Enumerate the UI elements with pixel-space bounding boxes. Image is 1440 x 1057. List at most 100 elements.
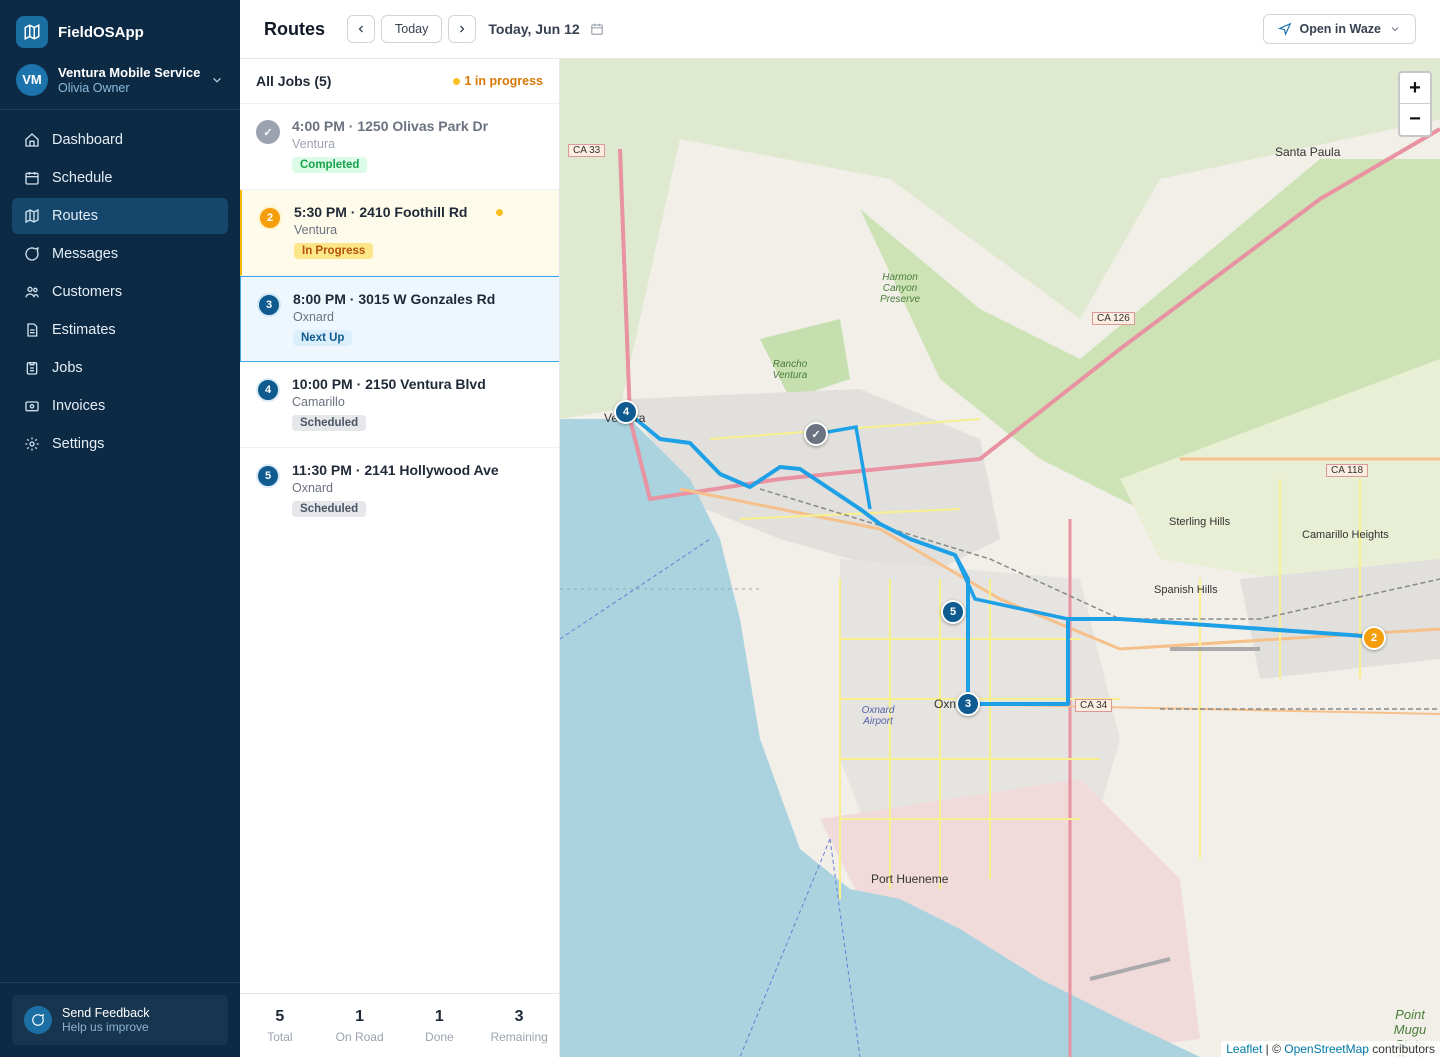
- route-map[interactable]: Santa Paula Sterling Hills Camarillo Hei…: [560, 59, 1440, 1057]
- place-label: Sterling Hills: [1169, 516, 1231, 528]
- job-stats: 5 Total 1 On Road 1 Done 3 Remaining: [240, 993, 559, 1057]
- job-title: 4:00 PM · 1250 Olivas Park Dr: [292, 118, 489, 134]
- status-badge: In Progress: [294, 243, 374, 259]
- stat-value: 5: [275, 1008, 285, 1025]
- job-item-completed[interactable]: ✓ 4:00 PM · 1250 Olivas Park Dr Ventura …: [240, 104, 559, 190]
- job-title: 11:30 PM · 2141 Hollywood Ave: [292, 462, 499, 478]
- job-number: 4: [256, 378, 280, 402]
- job-title: 5:30 PM · 2410 Foothill Rd: [294, 204, 468, 220]
- job-city: Ventura: [292, 137, 336, 151]
- map-pin-3[interactable]: 3: [956, 692, 980, 716]
- next-day-button[interactable]: [448, 15, 477, 43]
- job-item-scheduled[interactable]: 5 11:30 PM · 2141 Hollywood Ave Oxnard S…: [240, 448, 559, 534]
- stat-label: On Road: [335, 1030, 384, 1044]
- park-label: Oxnard Airport: [861, 705, 895, 727]
- page-title: Routes: [264, 18, 326, 39]
- clipboard-icon: [24, 360, 40, 376]
- nav-label: Settings: [52, 436, 105, 452]
- nav-item-settings[interactable]: Settings: [12, 426, 228, 462]
- zoom-in-button[interactable]: +: [1400, 73, 1430, 104]
- org-name: Ventura Mobile Service: [58, 64, 201, 80]
- nav-item-jobs[interactable]: Jobs: [12, 350, 228, 386]
- calendar-icon[interactable]: [590, 22, 604, 36]
- map-pin-completed[interactable]: ✓: [804, 422, 828, 446]
- park-label: Rancho Ventura: [772, 359, 808, 381]
- attribution-tail: contributors: [1368, 1042, 1435, 1056]
- highway-shield: CA 118: [1326, 464, 1369, 477]
- jobs-title: All Jobs (5): [256, 73, 332, 89]
- nav-label: Messages: [52, 246, 119, 262]
- status-badge: Completed: [292, 157, 368, 173]
- jobs-header: All Jobs (5) 1 in progress: [240, 59, 559, 104]
- gear-icon: [24, 436, 40, 452]
- status-badge: Scheduled: [292, 415, 367, 431]
- brand[interactable]: FieldOSApp: [0, 0, 240, 48]
- send-feedback-button[interactable]: Send Feedback Help us improve: [12, 995, 228, 1045]
- check-icon: ✓: [256, 120, 280, 144]
- map-pin-2[interactable]: 2: [1362, 626, 1386, 650]
- chat-icon: [24, 246, 40, 262]
- place-label: Camarillo Heights: [1302, 529, 1389, 541]
- map-canvas[interactable]: [560, 59, 1440, 1057]
- stat-value: 1: [434, 1008, 444, 1025]
- nav-item-schedule[interactable]: Schedule: [12, 160, 228, 196]
- map-pin-5[interactable]: 5: [941, 600, 965, 624]
- map-attribution: Leaflet | © OpenStreetMap contributors: [1221, 1041, 1440, 1057]
- progress-text: 1 in progress: [464, 74, 544, 88]
- open-in-waze-button[interactable]: Open in Waze: [1262, 14, 1416, 44]
- nav-item-dashboard[interactable]: Dashboard: [12, 122, 228, 158]
- map-icon: [24, 208, 40, 224]
- stat-total: 5 Total: [240, 994, 320, 1057]
- nav-item-customers[interactable]: Customers: [12, 274, 228, 310]
- document-icon: [24, 322, 40, 338]
- zoom-out-button[interactable]: −: [1400, 104, 1430, 135]
- nav-item-invoices[interactable]: Invoices: [12, 388, 228, 424]
- date-label: Today, Jun 12: [488, 21, 580, 37]
- job-item-scheduled[interactable]: 4 10:00 PM · 2150 Ventura Blvd Camarillo…: [240, 362, 559, 448]
- place-label: Port Hueneme: [871, 872, 949, 886]
- divider: [0, 982, 240, 983]
- zoom-control: + −: [1398, 71, 1432, 137]
- waze-label: Open in Waze: [1299, 22, 1382, 36]
- feedback-title: Send Feedback: [62, 1006, 150, 1020]
- nav-label: Routes: [52, 208, 98, 224]
- app-name: FieldOSApp: [58, 23, 144, 41]
- stat-label: Done: [425, 1030, 454, 1044]
- highway-shield: CA 34: [1075, 699, 1113, 712]
- nav-label: Invoices: [52, 398, 106, 414]
- prev-day-button[interactable]: [347, 15, 376, 43]
- status-badge: Scheduled: [292, 501, 367, 517]
- nav-label: Schedule: [52, 170, 113, 186]
- job-number: 2: [258, 206, 282, 230]
- org-switcher[interactable]: VM Ventura Mobile Service Olivia Owner: [0, 50, 240, 110]
- stat-done: 1 Done: [400, 994, 480, 1057]
- job-item-next-up[interactable]: 3 8:00 PM · 3015 W Gonzales Rd Oxnard Ne…: [240, 276, 559, 362]
- place-label: Santa Paula: [1275, 145, 1341, 159]
- navigation-arrow-icon: [1277, 22, 1291, 36]
- jobs-panel: All Jobs (5) 1 in progress ✓ 4:00 PM · 1…: [240, 59, 560, 1057]
- stat-on-road: 1 On Road: [320, 994, 400, 1057]
- status-dot: [452, 77, 460, 85]
- leaflet-link[interactable]: Leaflet: [1226, 1042, 1262, 1056]
- job-city: Camarillo: [292, 395, 345, 409]
- main-nav: Dashboard Schedule Routes Messages Custo…: [0, 110, 240, 476]
- stat-remaining: 3 Remaining: [479, 994, 559, 1057]
- nav-item-messages[interactable]: Messages: [12, 236, 228, 272]
- job-item-in-progress[interactable]: 2 5:30 PM · 2410 Foothill Rd Ventura In …: [240, 190, 559, 276]
- receipt-icon: [24, 398, 40, 414]
- nav-item-routes[interactable]: Routes: [12, 198, 228, 234]
- chat-bubble-icon: [24, 1006, 52, 1034]
- map-pin-4[interactable]: 4: [614, 400, 638, 424]
- job-number: 3: [257, 293, 281, 317]
- nav-label: Dashboard: [52, 132, 123, 148]
- today-button[interactable]: Today: [381, 15, 443, 43]
- nav-label: Estimates: [52, 322, 116, 338]
- nav-item-estimates[interactable]: Estimates: [12, 312, 228, 348]
- job-city: Oxnard: [292, 481, 333, 495]
- osm-link[interactable]: OpenStreetMap: [1284, 1042, 1369, 1056]
- home-icon: [24, 132, 40, 148]
- map-logo-icon: [16, 16, 48, 48]
- live-dot: [496, 209, 503, 216]
- job-city: Oxnard: [293, 310, 334, 324]
- avatar: VM: [16, 63, 48, 96]
